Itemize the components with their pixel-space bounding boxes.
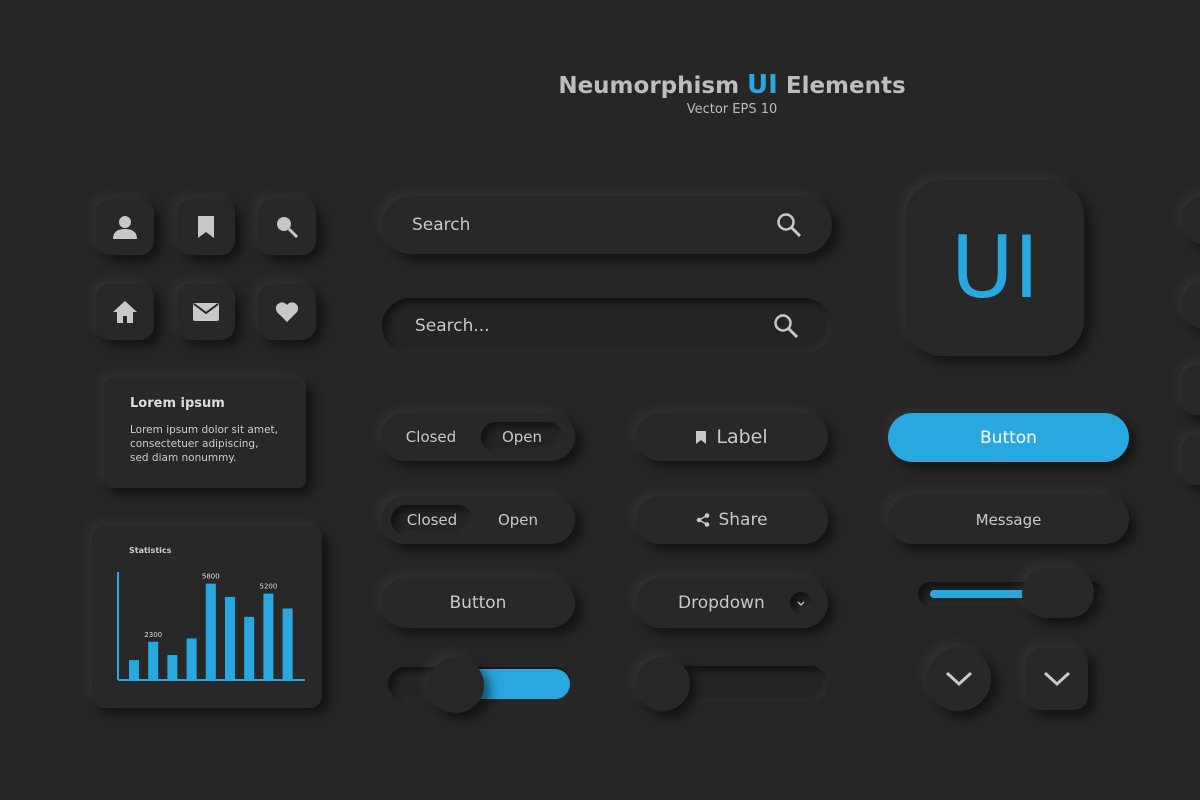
slider-thumb[interactable]	[1022, 568, 1094, 618]
slider-track[interactable]	[918, 568, 1104, 618]
info-card: Lorem ipsum Lorem ipsum dolor sit amet, …	[104, 378, 306, 488]
segmented-toggle-closed[interactable]: Closed Open	[381, 496, 575, 544]
slider-fill	[930, 590, 1030, 598]
search-icon	[277, 217, 299, 239]
mail-button[interactable]	[177, 284, 235, 340]
bar-7	[244, 616, 255, 680]
slider-thumb[interactable]	[636, 657, 690, 711]
user-icon	[113, 216, 137, 239]
bar-chart: 2300 5800 5200	[117, 572, 305, 681]
toggle-open-selected[interactable]: Open	[481, 422, 563, 452]
search-icon	[774, 314, 799, 339]
search-icon	[777, 213, 802, 238]
slider-thumb[interactable]	[428, 657, 484, 713]
chevron-down-icon	[945, 671, 973, 687]
bar-5	[205, 583, 216, 680]
page-subtitle: Vector EPS 10	[686, 102, 778, 117]
slider-track[interactable]	[388, 657, 572, 713]
search-placeholder: Search...	[415, 316, 490, 336]
data-label: 5800	[202, 573, 220, 581]
share-icon	[697, 513, 710, 527]
bar-9	[282, 608, 293, 680]
dropdown[interactable]: Dropdown	[636, 578, 828, 628]
card-body: Lorem ipsum dolor sit amet, consectetuer…	[130, 424, 278, 464]
home-button[interactable]	[96, 284, 154, 340]
search-input[interactable]: Search...	[382, 298, 832, 354]
data-label: 2300	[144, 631, 162, 639]
label-button[interactable]: Label	[636, 413, 828, 461]
message-button[interactable]: Message	[888, 495, 1129, 544]
bar-4	[186, 638, 197, 680]
bookmark-button[interactable]	[177, 199, 235, 255]
button[interactable]: Button	[381, 578, 575, 628]
bar-2	[148, 641, 159, 680]
page-title: Neumorphism UI Elements	[558, 70, 906, 100]
home-icon	[113, 301, 137, 323]
mail-icon	[193, 303, 219, 321]
share-button[interactable]: Share	[636, 496, 828, 544]
chevron-down-icon	[790, 592, 812, 614]
ui-tile: UI	[906, 180, 1084, 356]
toggle-open[interactable]: Open	[473, 511, 563, 529]
bookmark-icon	[198, 216, 214, 238]
toggle-closed[interactable]: Closed	[381, 428, 481, 446]
heart-icon	[275, 302, 299, 322]
primary-button[interactable]: Button	[888, 413, 1129, 462]
chevron-square-button[interactable]	[1026, 648, 1088, 710]
bar-6	[225, 596, 235, 680]
partial-button	[1182, 435, 1200, 485]
partial-button	[1182, 280, 1200, 330]
toggle-closed-selected[interactable]: Closed	[391, 505, 473, 535]
slider-track-empty[interactable]	[636, 657, 828, 711]
search-placeholder: Search	[412, 215, 471, 235]
bookmark-icon	[696, 430, 707, 444]
bar-8	[263, 593, 274, 680]
search-button[interactable]	[258, 199, 316, 255]
partial-button	[1182, 365, 1200, 415]
search-bar[interactable]: Search	[382, 196, 832, 254]
user-button[interactable]	[96, 199, 154, 255]
statistics-card: Statistics 2300 5800 5200	[92, 526, 322, 708]
chevron-down-icon	[1043, 671, 1071, 687]
bar-1	[129, 660, 139, 680]
card-title: Lorem ipsum	[130, 396, 225, 411]
bar-3	[167, 655, 178, 680]
segmented-toggle-open[interactable]: Closed Open	[381, 413, 575, 461]
partial-button	[1182, 195, 1200, 245]
heart-button[interactable]	[258, 284, 316, 340]
chevron-round-button[interactable]	[927, 647, 991, 711]
data-label: 5200	[259, 583, 277, 591]
